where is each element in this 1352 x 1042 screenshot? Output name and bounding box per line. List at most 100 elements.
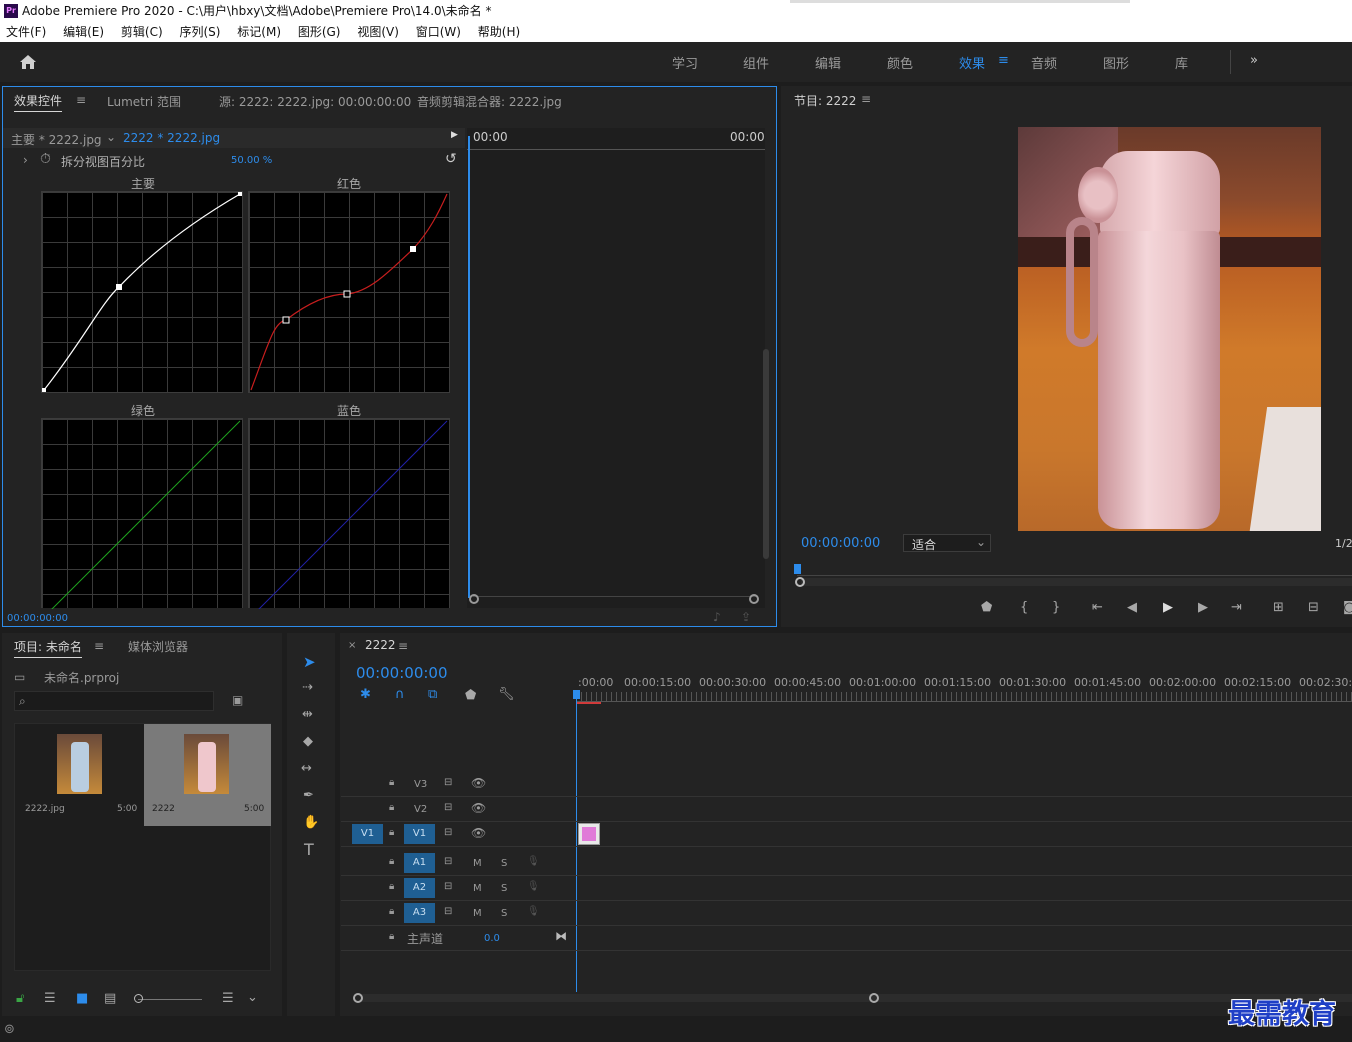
step-back-icon[interactable]: ◀ (1127, 601, 1137, 615)
mark-in-icon[interactable]: { (1020, 601, 1028, 615)
go-to-out-icon[interactable]: ⇥ (1231, 601, 1242, 615)
workspace-menu-icon[interactable]: ≡ (998, 53, 1009, 68)
workspace-color[interactable]: 颜色 (887, 53, 913, 72)
lift-icon[interactable]: ⊞ (1273, 601, 1284, 615)
microphone-icon[interactable]: 🎙︎ (527, 881, 540, 892)
solo-button[interactable]: S (501, 883, 507, 894)
go-to-in-icon[interactable]: ⇤ (1092, 601, 1103, 615)
red-curve-graph[interactable] (248, 191, 450, 393)
export-frame-icon[interactable]: ◙ (1343, 601, 1352, 615)
pen-tool-icon[interactable]: ✒ (303, 789, 314, 803)
master-curve-graph[interactable] (41, 191, 243, 393)
workspace-effects[interactable]: 效果 (959, 53, 985, 72)
lock-icon[interactable]: 🔒︎ (389, 931, 394, 942)
go-to-end-icon[interactable]: ⧓ (555, 929, 567, 943)
menu-clip[interactable]: 剪辑(C) (121, 25, 163, 39)
source-patch-v1[interactable]: V1 (352, 824, 383, 844)
hand-tool-icon[interactable]: ✋ (303, 816, 319, 830)
program-title[interactable]: 节目: 2222 (794, 92, 856, 109)
slip-tool-icon[interactable]: ↔ (301, 762, 312, 776)
split-view-value[interactable]: 50.00 % (231, 155, 272, 166)
freeform-view-icon[interactable]: ▤ (104, 992, 116, 1006)
workspace-libraries[interactable]: 库 (1175, 53, 1188, 72)
razor-tool-icon[interactable]: ◆ (303, 735, 313, 749)
program-scroll-handle[interactable] (795, 577, 805, 587)
track-label-a2[interactable]: A2 (404, 878, 435, 898)
chevron-down-icon[interactable]: ⌄ (247, 991, 258, 1005)
chevron-down-icon[interactable]: ⌄ (106, 130, 116, 144)
ripple-edit-tool-icon[interactable]: ⇹ (302, 708, 313, 722)
program-playhead-marker[interactable] (794, 564, 801, 574)
menu-edit[interactable]: 编辑(E) (63, 25, 104, 39)
extract-icon[interactable]: ⊟ (1308, 601, 1319, 615)
workspace-assembly[interactable]: 组件 (743, 53, 769, 72)
render-status-icon[interactable]: ⊚ (4, 1023, 15, 1037)
sync-lock-icon[interactable]: ⊟ (444, 881, 452, 892)
sequence-menu-icon[interactable]: ≡ (398, 639, 408, 653)
resolution-ratio[interactable]: 1/2 (1335, 537, 1352, 550)
play-triangle-icon[interactable]: ▶ (451, 130, 458, 140)
audio-icon[interactable]: ♪ (713, 610, 721, 624)
menu-marker[interactable]: 标记(M) (237, 25, 281, 39)
timeline-timecode[interactable]: 00:00:00:00 (356, 664, 448, 682)
tab-media-browser[interactable]: 媒体浏览器 (128, 638, 188, 655)
workspace-graphics[interactable]: 图形 (1103, 53, 1129, 72)
track-select-tool-icon[interactable]: ⇢ (302, 681, 313, 695)
tab-audio-clip-mixer[interactable]: 音频剪辑混合器: 2222.jpg (417, 93, 562, 110)
lock-icon[interactable]: 🔓︎ (16, 992, 24, 1006)
eye-icon[interactable]: 👁︎ (471, 826, 486, 840)
mute-button[interactable]: M (473, 908, 482, 919)
nest-icon[interactable]: ✱ (360, 688, 371, 702)
track-label-a1[interactable]: A1 (404, 853, 435, 873)
program-scroll[interactable] (801, 578, 1352, 586)
project-menu-icon[interactable]: ≡ (94, 639, 104, 653)
menu-view[interactable]: 视图(V) (357, 25, 399, 39)
solo-button[interactable]: S (501, 908, 507, 919)
marker-icon[interactable]: ⬟ (981, 601, 992, 615)
menu-file[interactable]: 文件(F) (6, 25, 46, 39)
program-timecode[interactable]: 00:00:00:00 (801, 536, 880, 551)
timeline-scrollbar[interactable] (362, 994, 1352, 1002)
microphone-icon[interactable]: 🎙︎ (527, 856, 540, 867)
effect-scrollbar[interactable] (473, 596, 758, 604)
microphone-icon[interactable]: 🎙︎ (527, 906, 540, 917)
lock-icon[interactable]: 🔒︎ (389, 777, 394, 788)
effect-vertical-scrollbar[interactable] (763, 349, 769, 559)
track-label-a3[interactable]: A3 (404, 903, 435, 923)
zoom-slider[interactable] (138, 999, 202, 1000)
eye-icon[interactable]: 👁︎ (471, 801, 486, 815)
menu-help[interactable]: 帮助(H) (478, 25, 520, 39)
green-curve-graph[interactable] (41, 418, 243, 618)
search-input[interactable]: ⌕ (14, 691, 214, 711)
timeline-scroll-right[interactable] (869, 993, 879, 1003)
reset-icon[interactable]: ↺ (445, 151, 457, 167)
linked-selection-icon[interactable]: ⧉ (428, 688, 437, 702)
tab-project[interactable]: 项目: 未命名 (14, 638, 82, 658)
timeline-clip[interactable] (578, 823, 600, 845)
program-ruler[interactable] (797, 564, 1352, 576)
program-menu-icon[interactable]: ≡ (861, 92, 871, 106)
track-label-v1[interactable]: V1 (404, 824, 435, 844)
timeline-playhead-head[interactable] (573, 690, 580, 699)
menu-window[interactable]: 窗口(W) (416, 25, 461, 39)
mute-button[interactable]: M (473, 858, 482, 869)
menu-sequence[interactable]: 序列(S) (179, 25, 220, 39)
tab-lumetri-scopes[interactable]: Lumetri 范围 (107, 93, 181, 110)
scroll-handle-left[interactable] (469, 594, 479, 604)
project-item-jpg[interactable]: 2222.jpg 5:00 (17, 726, 142, 826)
project-item-sequence[interactable]: 2222 5:00 (144, 724, 271, 826)
menu-graphics[interactable]: 图形(G) (298, 25, 341, 39)
sync-lock-icon[interactable]: ⊟ (444, 906, 452, 917)
zoom-slider-handle[interactable] (134, 994, 143, 1003)
tab-menu-icon[interactable]: ≡ (76, 93, 86, 107)
list-view-icon[interactable]: ☰ (44, 992, 56, 1006)
workspace-audio[interactable]: 音频 (1031, 53, 1057, 72)
type-tool-icon[interactable]: T (304, 842, 314, 858)
export-icon[interactable]: ⇪ (741, 610, 751, 624)
lock-icon[interactable]: 🔒︎ (389, 906, 394, 917)
tab-effect-controls[interactable]: 效果控件 (14, 92, 63, 112)
sync-lock-icon[interactable]: ⊟ (444, 777, 452, 788)
workspace-learn[interactable]: 学习 (672, 53, 698, 72)
fit-dropdown[interactable]: 适合 ⌄ (903, 534, 991, 552)
lock-icon[interactable]: 🔒︎ (389, 856, 394, 867)
